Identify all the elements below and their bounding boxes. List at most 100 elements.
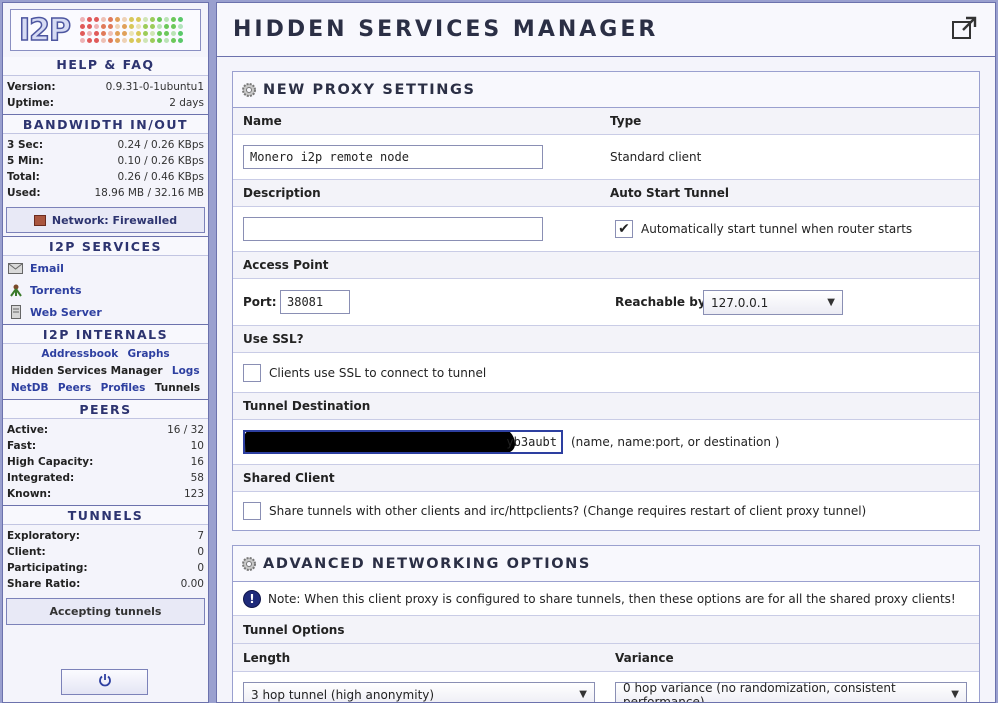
network-status[interactable]: Network: Firewalled [6,207,205,233]
shared-row: Share tunnels with other clients and irc… [233,492,979,530]
page-title-bar: HIDDEN SERVICES MANAGER [217,3,995,57]
proxy-settings-heading: NEW PROXY SETTINGS [233,72,979,108]
peers-label: Fast: [7,440,37,452]
logo-dot [157,17,163,22]
type-label: Type [610,114,642,128]
logo-dot [178,17,184,22]
service-torrents[interactable]: Torrents [3,279,208,301]
shared-checkbox[interactable] [243,502,261,520]
ssl-header: Use SSL? [233,326,979,353]
destination-field[interactable]: yb3aubt [243,430,563,454]
destination-value: yb3aubt [506,435,557,449]
tunnels-value: 7 [197,530,204,542]
ssl-checkbox[interactable] [243,363,261,382]
logo-dot [164,17,170,22]
logo-dot [171,17,177,22]
chevron-down-icon: ▼ [951,689,959,700]
length-select[interactable]: 3 hop tunnel (high anonymity) ▼ [243,682,595,702]
router-info: Version: 0.9.31-0-1ubuntu1 Uptime: 2 day… [3,76,208,114]
destination-hint: (name, name:port, or destination ) [571,435,780,449]
bandwidth-value: 18.96 MB / 32.16 MB [94,187,204,199]
logo-dot [80,24,86,29]
description-label: Description [243,186,321,200]
service-label: Email [30,261,64,275]
services-heading[interactable]: I2P SERVICES [3,236,208,256]
link-addressbook[interactable]: Addressbook [41,348,118,360]
logo-dot [164,38,170,43]
description-autostart-row: ✔ Automatically start tunnel when router… [233,207,979,252]
link-peers[interactable]: Peers [58,382,91,394]
logo-dot [115,17,121,22]
access-point-header: Access Point [233,252,979,279]
logo-dot [136,17,142,22]
bandwidth-heading[interactable]: BANDWIDTH IN/OUT [3,114,208,134]
peers-value: 58 [190,472,204,484]
version-label: Version: [7,81,56,93]
logo-dot [143,31,149,36]
service-label: Torrents [30,283,82,297]
tunnels-value: 0.00 [180,578,204,590]
info-icon: ! [243,589,261,608]
peers-value: 10 [190,440,204,452]
peers-heading[interactable]: PEERS [3,399,208,419]
peers-label: Known: [7,488,52,500]
service-web-server[interactable]: Web Server [3,301,208,323]
logo-dot [115,38,121,43]
ssl-label: Use SSL? [243,332,304,346]
logo-dot [115,24,121,29]
link-tunnels[interactable]: Tunnels [155,382,200,394]
bandwidth-label: Total: [7,171,40,183]
bandwidth-label: 3 Sec: [7,139,44,151]
reachable-value: 127.0.0.1 [711,295,769,310]
version-row: Version: 0.9.31-0-1ubuntu1 [7,79,204,95]
shared-text: Share tunnels with other clients and irc… [269,504,867,518]
external-link-icon[interactable] [951,16,977,40]
logo-dot [150,38,156,43]
services-list: Email Torrents Web Server [3,256,208,324]
peers-row: Active: 16 / 32 [7,422,204,438]
main-content: HIDDEN SERVICES MANAGER NEW PROXY SETTIN… [216,2,996,703]
length-variance-header: Length Variance [233,644,979,672]
tunnels-value: 0 [197,546,204,558]
variance-select[interactable]: 0 hop variance (no randomization, consis… [615,681,967,702]
bandwidth-row: 5 Min: 0.10 / 0.26 KBps [7,153,204,169]
shared-label: Shared Client [243,471,335,485]
help-faq-heading[interactable]: HELP & FAQ [3,57,208,76]
network-status-text: Network: Firewalled [51,213,178,227]
logo-dot [129,17,135,22]
link-netdb[interactable]: NetDB [11,382,49,394]
logo-dot [87,24,93,29]
internals-heading[interactable]: I2P INTERNALS [3,324,208,344]
sidebar: I2P HELP & FAQ Version: 0.9.31-0-1ubuntu… [2,2,209,703]
tunnels-heading[interactable]: TUNNELS [3,505,208,525]
tunnels-list: Exploratory: 7 Client: 0 Participating: 0 S… [3,525,208,595]
i2p-logo[interactable]: I2P [10,9,201,51]
link-logs[interactable]: Logs [172,365,200,377]
peers-label: High Capacity: [7,456,94,468]
tunnels-value: 0 [197,562,204,574]
note: ! Note: When this client proxy is config… [243,589,956,608]
link-profiles[interactable]: Profiles [101,382,146,394]
reachable-select[interactable]: 127.0.0.1 ▼ [703,290,843,315]
autostart-checkbox[interactable]: ✔ [615,220,633,238]
link-hidden-services-manager[interactable]: Hidden Services Manager [11,365,162,377]
logo-dot [171,24,177,29]
peers-value: 16 [190,456,204,468]
port-field[interactable] [280,290,350,314]
tunnels-row: Exploratory: 7 [7,528,204,544]
link-graphs[interactable]: Graphs [128,348,170,360]
logo-dot [94,31,100,36]
peers-row: Known: 123 [7,486,204,502]
variance-label: Variance [615,650,674,665]
logo-dot [157,24,163,29]
shutdown-button[interactable] [61,669,148,695]
logo-dot [122,38,128,43]
ssl-text: Clients use SSL to connect to tunnel [269,365,487,380]
name-field[interactable] [243,145,543,169]
peers-value: 123 [183,488,204,500]
bandwidth-list: 3 Sec: 0.24 / 0.26 KBps 5 Min: 0.10 / 0.26… [3,134,208,204]
service-email[interactable]: Email [3,257,208,279]
autostart-label: Auto Start Tunnel [610,186,730,200]
description-field[interactable] [243,217,543,241]
note-text: Note: When this client proxy is configur… [268,591,956,606]
